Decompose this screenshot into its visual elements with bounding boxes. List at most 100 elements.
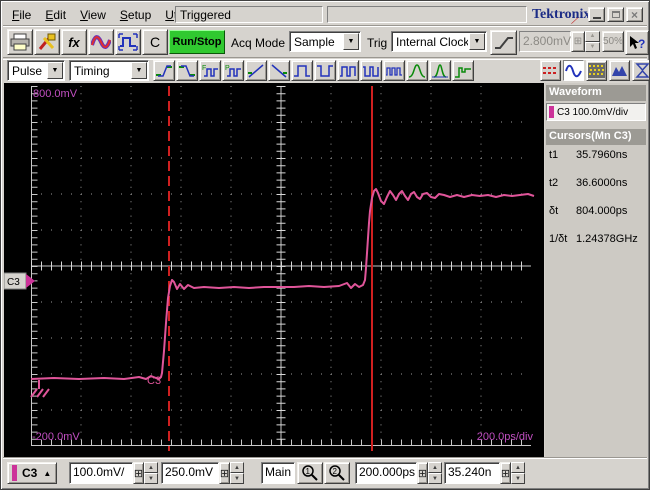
trig-source-select[interactable]: Internal Clock ▼ — [391, 31, 487, 52]
formula-button[interactable]: fx — [61, 29, 87, 55]
menu-file[interactable]: File — [7, 6, 40, 24]
vertical-scale-field[interactable]: 100.0mV/ — [69, 462, 133, 484]
run-stop-button[interactable]: Run/Stop — [169, 30, 225, 54]
step-down-icon[interactable]: ▼ — [585, 41, 600, 52]
measure-frequency-button[interactable]: F — [199, 60, 221, 81]
settling-time-icon — [455, 66, 471, 78]
vertical-offset-stepper[interactable]: ▲ ▼ — [230, 462, 244, 484]
step-up-icon[interactable]: ▲ — [230, 462, 244, 473]
cursors-header: Cursors(Mn C3) — [546, 129, 646, 145]
zoom-2-button[interactable]: 2 — [324, 462, 350, 484]
trig-slope-button[interactable] — [490, 30, 517, 55]
trig-level-keypad-button[interactable]: ⊞ — [571, 31, 585, 52]
mask-icon — [612, 66, 627, 76]
view-waveform-button[interactable] — [563, 60, 584, 81]
measure-positive-duty-button[interactable] — [337, 60, 359, 81]
vertical-cursors-button[interactable] — [115, 29, 141, 55]
measure-rise-time-button[interactable] — [153, 60, 175, 81]
main-toolbar: fx C Run/Stop Acq Mode Sample ▼ Trig Int… — [3, 26, 649, 58]
vertical-offset-keypad-button[interactable]: ⊞ — [219, 462, 230, 484]
print-icon — [10, 33, 30, 51]
measure-burst-width-button[interactable] — [383, 60, 405, 81]
waveform-button[interactable] — [88, 29, 114, 55]
minimize-button[interactable] — [588, 7, 605, 22]
horizontal-scale-keypad-button[interactable]: ⊞ — [417, 462, 428, 484]
step-down-icon[interactable]: ▼ — [144, 473, 158, 484]
svg-text:F: F — [202, 65, 206, 72]
svg-text:1: 1 — [306, 467, 311, 476]
view-mask-button[interactable] — [609, 60, 630, 81]
measure-positive-slew-button[interactable] — [245, 60, 267, 81]
measure-negative-width-button[interactable] — [314, 60, 336, 81]
print-button[interactable] — [7, 29, 33, 55]
magnifier-2-icon: 2 — [329, 465, 345, 481]
horizontal-scale-stepper[interactable]: ▲ ▼ — [428, 462, 442, 484]
logo-accent-mark: ⁄ — [572, 15, 577, 28]
waveform-icon — [91, 35, 111, 49]
step-up-icon[interactable]: ▲ — [511, 462, 525, 473]
burst-width-icon — [386, 66, 402, 76]
menu-edit[interactable]: Edit — [40, 6, 75, 24]
view-cursors-button[interactable] — [540, 60, 561, 81]
vertical-scale-stepper[interactable]: ▲ ▼ — [144, 462, 158, 484]
horizontal-scale-field[interactable]: 200.000ps — [355, 462, 417, 484]
waveform-entry[interactable]: C3 100.0mV/div — [546, 103, 646, 121]
positive-duty-icon — [340, 65, 356, 77]
measure-fall-time-button[interactable] — [176, 60, 198, 81]
chevron-down-icon[interactable]: ▼ — [47, 62, 63, 79]
channel-color-stripe — [12, 465, 17, 481]
view-eye-diagram-button[interactable] — [632, 60, 649, 81]
step-up-icon[interactable]: ▲ — [428, 462, 442, 473]
chevron-down-icon[interactable]: ▼ — [343, 33, 359, 50]
channel-color-swatch — [549, 106, 554, 118]
step-down-icon[interactable]: ▼ — [428, 473, 442, 484]
vertical-offset-field[interactable]: 250.0mV — [161, 462, 219, 484]
acq-mode-select[interactable]: Sample ▼ — [289, 31, 361, 52]
step-down-icon[interactable]: ▼ — [511, 473, 525, 484]
clear-button[interactable]: C — [142, 29, 168, 55]
measure-positive-width-button[interactable] — [291, 60, 313, 81]
measure-category-select[interactable]: Pulse ▼ — [7, 60, 65, 81]
edge-slope-icon — [494, 36, 513, 49]
chevron-down-icon[interactable]: ▼ — [131, 62, 147, 79]
horizontal-position-stepper[interactable]: ▲ ▼ — [511, 462, 525, 484]
keypad-icon: ⊞ — [417, 467, 428, 480]
channel-select-button[interactable]: C3 ▲ — [7, 462, 57, 484]
status-panel-secondary — [327, 6, 527, 23]
step-up-icon[interactable]: ▲ — [144, 462, 158, 473]
trig-label: Trig — [367, 36, 388, 50]
context-help-button[interactable]: ? — [625, 30, 649, 55]
chevron-down-icon[interactable]: ▼ — [469, 33, 485, 50]
svg-text:2: 2 — [333, 467, 338, 476]
measure-pk-pk-jitter-button[interactable] — [429, 60, 451, 81]
vertical-scale-keypad-button[interactable]: ⊞ — [133, 462, 144, 484]
measure-settling-time-button[interactable] — [452, 60, 474, 81]
measure-period-button[interactable]: P — [222, 60, 244, 81]
horizontal-position-field[interactable]: 35.240n — [444, 462, 500, 484]
measure-rms-jitter-button[interactable] — [406, 60, 428, 81]
zoom-1-button[interactable]: 1 — [297, 462, 323, 484]
trig-level-stepper[interactable]: ▲ ▼ — [585, 31, 600, 52]
restore-button[interactable] — [607, 7, 624, 22]
cursor-readout-row: 1/δt 1.24378GHz — [549, 233, 638, 245]
measure-negative-duty-button[interactable] — [360, 60, 382, 81]
menu-view[interactable]: View — [75, 6, 115, 24]
magnifier-1-icon: 1 — [302, 465, 318, 481]
horizontal-position-keypad-button[interactable]: ⊞ — [500, 462, 511, 484]
step-down-icon[interactable]: ▼ — [230, 473, 244, 484]
menu-setup[interactable]: Setup — [115, 6, 160, 24]
measure-negative-slew-button[interactable] — [268, 60, 290, 81]
cursor-readout-row: δt 804.000ps — [549, 205, 628, 217]
step-up-icon[interactable]: ▲ — [585, 31, 600, 42]
view-histogram-button[interactable] — [586, 60, 607, 81]
formula-icon: fx — [68, 34, 80, 50]
tools-button[interactable] — [34, 29, 60, 55]
measurement-toolbar: Pulse ▼ Timing ▼ F P — [3, 59, 649, 83]
measure-subcategory-select[interactable]: Timing ▼ — [69, 60, 149, 81]
close-button[interactable]: × — [626, 7, 643, 22]
positive-slew-icon — [248, 63, 264, 78]
set-50-percent-button[interactable]: 50% — [602, 31, 624, 52]
negative-duty-icon — [363, 65, 379, 77]
negative-width-icon — [317, 64, 333, 77]
histogram-icon — [588, 63, 605, 78]
